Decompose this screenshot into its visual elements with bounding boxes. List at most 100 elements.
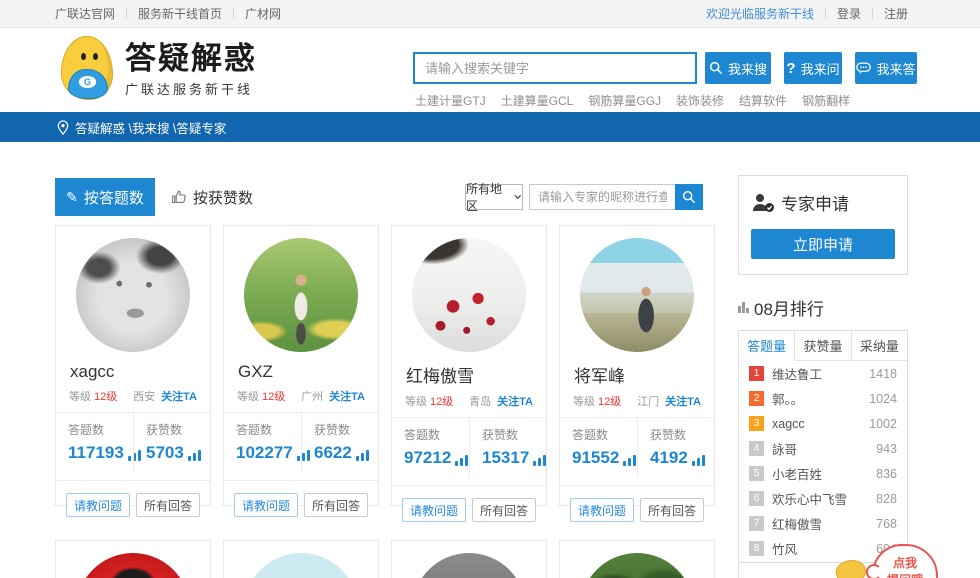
expert-card <box>223 540 379 578</box>
expert-card <box>55 540 211 578</box>
expert-name[interactable]: 将军峰 <box>560 362 714 387</box>
expert-search-button[interactable] <box>675 184 703 210</box>
level-value: 12级 <box>94 388 117 404</box>
expert-card <box>391 540 547 578</box>
ranking-user[interactable]: 竹风 <box>772 539 876 558</box>
rank-badge: 1 <box>749 366 764 381</box>
link-gcw[interactable]: 广材网 <box>245 5 281 22</box>
expert-meta: 等级 12级 青岛 关注TA <box>392 393 546 409</box>
avatar[interactable] <box>580 553 694 578</box>
expert-card: xagcc 等级 12级 西安 关注TA 答题数 117193 获赞数 5703 <box>55 225 211 506</box>
follow-link[interactable]: 关注TA <box>161 388 197 404</box>
ranking-user[interactable]: 詠哥 <box>772 439 876 458</box>
breadcrumb[interactable]: 答疑解惑 \我来搜 \答疑专家 <box>75 118 226 137</box>
expert-name[interactable]: GXZ <box>224 362 378 382</box>
ranking-user[interactable]: 郭。。 <box>772 389 869 408</box>
ranking-value: 1024 <box>869 392 897 406</box>
hot-link-gcl[interactable]: 土建算量GCL <box>501 92 574 109</box>
header: G 答疑解惑 广联达服务新干线 我来搜 ? 我来问 <box>0 28 980 112</box>
stats: 答题数 102277 获赞数 6622 <box>224 413 378 472</box>
avatar[interactable] <box>412 238 526 352</box>
ranking-user[interactable]: xagcc <box>772 417 869 431</box>
stats: 答题数 117193 获赞数 5703 <box>56 413 210 472</box>
ranking-tab-answers[interactable]: 答题量 <box>739 331 794 361</box>
top-utility-bar: 广联达官网 服务新干线首页 广材网 欢迎光临服务新干线 登录 注册 <box>0 0 980 28</box>
expert-name[interactable]: xagcc <box>56 362 210 382</box>
hot-link-rebar[interactable]: 钢筋翻样 <box>802 92 850 109</box>
likes-value: 6622 <box>314 443 352 463</box>
magnifier-icon <box>682 190 696 204</box>
ranking-tab-likes[interactable]: 获赞量 <box>794 331 850 361</box>
ranking-row: 1 维达鲁工 1418 <box>739 361 907 386</box>
search-button[interactable]: 我来搜 <box>705 52 771 84</box>
ranking-user[interactable]: 小老百姓 <box>772 464 876 483</box>
hot-link-settlement[interactable]: 结算软件 <box>739 92 787 109</box>
ask-button[interactable]: ? 我来问 <box>784 52 842 84</box>
apply-now-button[interactable]: 立即申请 <box>751 229 895 259</box>
avatar[interactable] <box>412 553 526 578</box>
ranking-panel: 答题量 获赞量 采纳量 1 维达鲁工 1418 2 郭。。 1024 3 xag… <box>738 330 908 566</box>
follow-link[interactable]: 关注TA <box>665 393 701 409</box>
ranking-user[interactable]: 红梅傲雪 <box>772 514 876 533</box>
avatar[interactable] <box>76 238 190 352</box>
search-area: 我来搜 ? 我来问 我来答 <box>413 52 917 84</box>
ranking-row: 3 xagcc 1002 <box>739 411 907 436</box>
ask-question-button[interactable]: 请教问题 <box>402 498 466 522</box>
all-answers-button[interactable]: 所有回答 <box>304 493 368 517</box>
tab-by-answer-count[interactable]: ✎ 按答题数 <box>55 178 155 216</box>
city: 西安 <box>133 388 155 404</box>
tab-by-like-count[interactable]: 按获赞数 <box>171 187 253 208</box>
ask-question-button[interactable]: 请教问题 <box>66 493 130 517</box>
ask-question-button[interactable]: 请教问题 <box>234 493 298 517</box>
login-link[interactable]: 登录 <box>837 5 861 22</box>
avatar[interactable] <box>76 553 190 578</box>
hot-search-links: 土建计量GTJ 土建算量GCL 钢筋算量GGJ 装饰装修 结算软件 钢筋翻样 <box>415 92 850 109</box>
ranking-user[interactable]: 欢乐心中飞雪 <box>772 489 876 508</box>
hot-link-gtj[interactable]: 土建计量GTJ <box>415 92 486 109</box>
level-value: 12级 <box>430 393 453 409</box>
ranking-value: 768 <box>876 517 897 531</box>
expert-meta: 等级 12级 西安 关注TA <box>56 388 210 404</box>
expert-card: 红梅傲雪 等级 12级 青岛 关注TA 答题数 97212 获赞数 15317 <box>391 225 547 506</box>
expert-search-input[interactable] <box>529 184 675 210</box>
bar-chart-icon <box>356 450 369 461</box>
expert-meta: 等级 12级 广州 关注TA <box>224 388 378 404</box>
link-glodon-official[interactable]: 广联达官网 <box>55 5 115 22</box>
likes-label: 获赞数 <box>650 426 714 443</box>
register-link[interactable]: 注册 <box>884 5 908 22</box>
region-select[interactable]: 所有地区 <box>465 184 523 210</box>
site-logo[interactable]: G 答疑解惑 广联达服务新干线 <box>55 33 257 107</box>
ranking-tab-accepted[interactable]: 采纳量 <box>851 331 907 361</box>
expert-card: GXZ 等级 12级 广州 关注TA 答题数 102277 获赞数 6622 <box>223 225 379 506</box>
rank-badge: 3 <box>749 416 764 431</box>
apply-title: 专家申请 <box>781 190 849 215</box>
likes-value: 5703 <box>146 443 184 463</box>
hot-link-decoration[interactable]: 装饰装修 <box>676 92 724 109</box>
rank-badge: 4 <box>749 441 764 456</box>
rank-badge: 2 <box>749 391 764 406</box>
expert-person-check-icon <box>751 192 775 214</box>
ranking-user[interactable]: 维达鲁工 <box>772 364 869 383</box>
avatar[interactable] <box>244 553 358 578</box>
search-input[interactable] <box>413 52 697 84</box>
all-answers-button[interactable]: 所有回答 <box>472 498 536 522</box>
ask-question-button[interactable]: 请教问题 <box>570 498 634 522</box>
avatar[interactable] <box>244 238 358 352</box>
hot-link-ggj[interactable]: 钢筋算量GGJ <box>588 92 661 109</box>
level-value: 12级 <box>598 393 621 409</box>
sidebar: 专家申请 立即申请 08月排行 答题量 获赞量 采纳量 1 维达鲁工 1418 <box>738 175 908 566</box>
follow-link[interactable]: 关注TA <box>497 393 533 409</box>
likes-value: 4192 <box>650 448 688 468</box>
chevron-down-icon <box>514 194 522 200</box>
all-answers-button[interactable]: 所有回答 <box>136 493 200 517</box>
link-service-home[interactable]: 服务新干线首页 <box>138 5 222 22</box>
expert-name[interactable]: 红梅傲雪 <box>392 362 546 387</box>
answer-button[interactable]: 我来答 <box>855 52 917 84</box>
follow-link[interactable]: 关注TA <box>329 388 365 404</box>
city: 广州 <box>301 388 323 404</box>
answers-label: 答题数 <box>572 426 637 443</box>
avatar[interactable] <box>580 238 694 352</box>
all-answers-button[interactable]: 所有回答 <box>640 498 704 522</box>
welcome-link[interactable]: 欢迎光临服务新干线 <box>706 5 814 22</box>
likes-value: 15317 <box>482 448 529 468</box>
